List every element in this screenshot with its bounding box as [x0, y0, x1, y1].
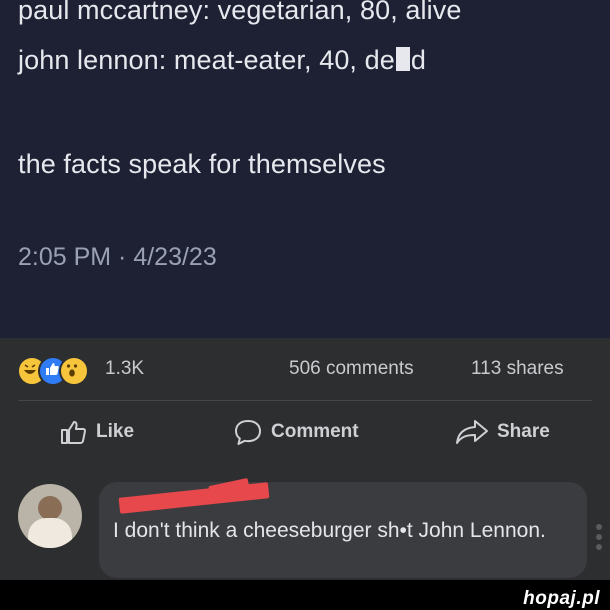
- tweet-line-2: john lennon: meat-eater, 40, de d: [18, 44, 426, 76]
- share-button[interactable]: Share: [455, 418, 550, 446]
- shares-count[interactable]: 113 shares: [471, 358, 564, 380]
- avatar[interactable]: [18, 484, 82, 548]
- tweet-line-2-start: john lennon: meat-eater, 40, de: [18, 45, 395, 75]
- avatar-head: [38, 496, 62, 520]
- speech-bubble-icon: [235, 420, 261, 445]
- tweet-timestamp: 2:05 PM · 4/23/23: [18, 243, 217, 271]
- share-arrow-icon: [456, 420, 488, 444]
- screenshot-page: paul mccartney: vegetarian, 80, alive jo…: [0, 0, 610, 610]
- facebook-post-footer: 1.3K 506 comments 113 shares Like Commen…: [0, 338, 610, 580]
- divider: [18, 400, 592, 401]
- comment-bubble: I don't think a cheeseburger sh•t John L…: [99, 477, 587, 578]
- watermark-bar: hopaj.pl: [0, 580, 610, 610]
- censor-block: [395, 47, 410, 71]
- more-options-icon[interactable]: [596, 524, 602, 530]
- thumbs-up-icon: [61, 421, 86, 444]
- comment-button[interactable]: Comment: [233, 418, 359, 446]
- action-bar: Like Comment Share: [0, 408, 610, 458]
- comments-count[interactable]: 506 comments: [289, 358, 414, 380]
- share-label: Share: [497, 421, 550, 442]
- like-label: Like: [96, 421, 135, 442]
- comment-label: Comment: [271, 421, 359, 442]
- comment: I don't think a cheeseburger sh•t John L…: [0, 477, 610, 580]
- reaction-summary: 1.3K 506 comments 113 shares: [0, 338, 610, 400]
- reaction-count[interactable]: 1.3K: [105, 358, 144, 380]
- tweet-panel: paul mccartney: vegetarian, 80, alive jo…: [0, 0, 610, 338]
- tweet-line-3: the facts speak for themselves: [18, 149, 386, 179]
- tweet-line-2-end: d: [410, 45, 426, 75]
- tweet-line-1: paul mccartney: vegetarian, 80, alive: [18, 0, 462, 25]
- wow-emoji-icon: [59, 356, 89, 386]
- site-watermark: hopaj.pl: [523, 588, 600, 609]
- like-button[interactable]: Like: [60, 418, 134, 446]
- comment-text: I don't think a cheeseburger sh•t John L…: [113, 519, 546, 542]
- avatar-body: [28, 518, 72, 548]
